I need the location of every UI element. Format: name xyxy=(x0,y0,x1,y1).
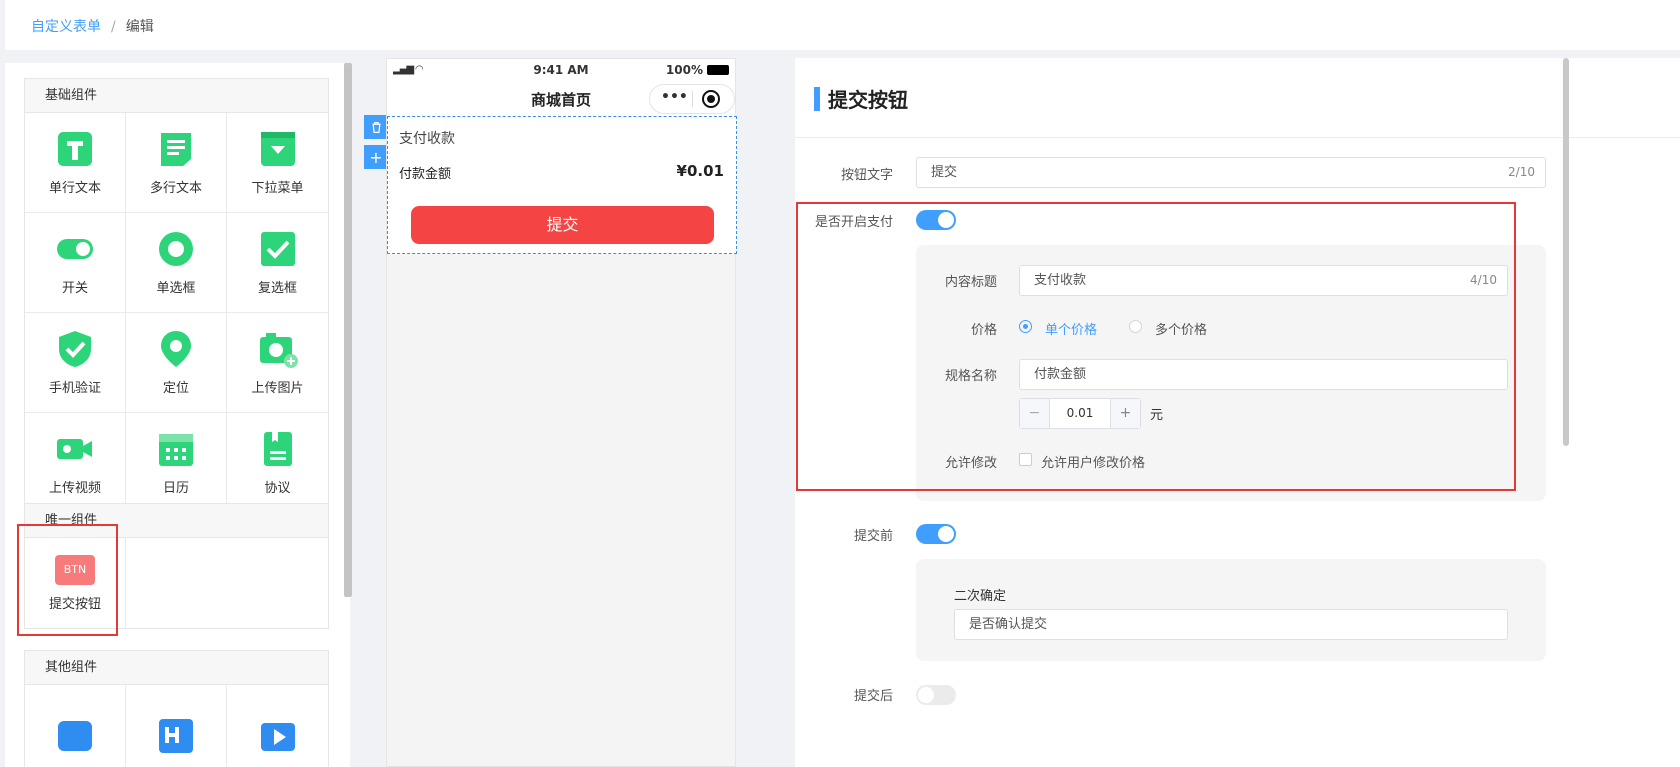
heading-icon xyxy=(159,718,193,753)
component-label: 手机验证 xyxy=(48,381,101,396)
multi-line-text-icon xyxy=(161,133,191,166)
other-components-title: 其他组件 xyxy=(25,651,328,685)
breadcrumb-root-link[interactable]: 自定义表单 xyxy=(31,19,101,35)
component-other-3[interactable] xyxy=(227,685,328,767)
confirm-value: 是否确认提交 xyxy=(969,617,1048,632)
single-line-text-icon xyxy=(58,132,92,166)
calendar-icon xyxy=(159,434,193,466)
component-agreement[interactable]: 协议 xyxy=(227,413,328,513)
checkbox-icon xyxy=(260,232,295,266)
component-label: 单行文本 xyxy=(48,181,101,196)
component-location[interactable]: 定位 xyxy=(126,313,227,413)
breadcrumb-current: 编辑 xyxy=(125,19,154,35)
amount-label: 付款金额 xyxy=(399,167,452,182)
component-label: 协议 xyxy=(264,481,291,496)
location-icon xyxy=(161,331,191,367)
breadcrumb-separator: / xyxy=(111,19,116,35)
component-dropdown-menu[interactable]: 下拉菜单 xyxy=(227,113,328,213)
component-label: 下拉菜单 xyxy=(251,181,304,196)
submit-button[interactable]: 提交 xyxy=(411,206,714,244)
video-icon xyxy=(260,722,295,751)
component-label: 上传视频 xyxy=(48,481,101,496)
status-bar: ▂▄▆ ◠ 9:41 AM 100% xyxy=(387,59,735,81)
component-palette: 基础组件 单行文本 多行文本 下拉菜单 开关 单选框 复选框 手机验证 定位 上… xyxy=(5,63,350,767)
component-single-line-text[interactable]: 单行文本 xyxy=(25,113,126,213)
title-accent-bar xyxy=(814,87,820,111)
confirm-label: 二次确定 xyxy=(954,589,1007,604)
component-upload-image[interactable]: 上传图片 xyxy=(227,313,328,413)
component-label: 日历 xyxy=(162,481,189,496)
button-text-count: 2/10 xyxy=(1508,165,1535,179)
block-actions: + xyxy=(364,115,388,175)
before-submit-label: 提交前 xyxy=(853,529,893,544)
component-phone-verify[interactable]: 手机验证 xyxy=(25,313,126,413)
component-other-2[interactable] xyxy=(126,685,227,767)
component-multi-line-text[interactable]: 多行文本 xyxy=(126,113,227,213)
switch-icon xyxy=(57,239,93,259)
more-icon[interactable]: ••• xyxy=(661,89,688,105)
component-label: 单选框 xyxy=(156,281,196,296)
radio-icon xyxy=(159,232,193,266)
component-checkbox[interactable]: 复选框 xyxy=(227,213,328,313)
phone-preview: ▂▄▆ ◠ 9:41 AM 100% 商城首页 ••• 支付收款 付款金额 ¥0… xyxy=(386,58,737,767)
palette-scrollbar[interactable] xyxy=(344,63,352,597)
component-label: 上传图片 xyxy=(251,381,304,396)
pay-title: 支付收款 xyxy=(399,131,455,147)
after-submit-toggle[interactable] xyxy=(916,685,956,705)
nav-bar: 商城首页 ••• xyxy=(387,81,735,117)
before-submit-toggle[interactable] xyxy=(916,524,956,544)
other-components-group: 其他组件 xyxy=(24,650,329,767)
component-upload-video[interactable]: 上传视频 xyxy=(25,413,126,513)
component-label: 开关 xyxy=(61,281,88,296)
battery-text: 100% xyxy=(665,63,703,77)
component-other-1[interactable] xyxy=(25,685,126,767)
pay-form-block[interactable]: 支付收款 付款金额 ¥0.01 提交 xyxy=(387,116,737,254)
upload-image-icon xyxy=(259,333,298,368)
mini-program-capsule: ••• xyxy=(649,84,735,114)
button-text-input[interactable]: 提交 2/10 xyxy=(916,157,1546,188)
component-switch[interactable]: 开关 xyxy=(25,213,126,313)
battery-icon xyxy=(707,65,729,75)
card-icon xyxy=(58,720,92,751)
after-submit-label: 提交后 xyxy=(853,689,893,704)
palette-highlight-box xyxy=(17,524,118,636)
top-bar: 自定义表单 / 编辑 xyxy=(5,0,1680,50)
settings-title: 提交按钮 xyxy=(828,88,908,112)
breadcrumb: 自定义表单 / 编辑 xyxy=(31,16,154,36)
component-label: 复选框 xyxy=(257,281,297,296)
settings-scrollbar[interactable] xyxy=(1563,58,1569,446)
button-text-label: 按钮文字 xyxy=(840,168,893,183)
upload-video-icon xyxy=(57,439,92,459)
component-label: 定位 xyxy=(162,381,189,396)
component-radio[interactable]: 单选框 xyxy=(126,213,227,313)
component-calendar[interactable]: 日历 xyxy=(126,413,227,513)
close-circle-icon[interactable] xyxy=(702,90,720,108)
basic-components-group: 基础组件 单行文本 多行文本 下拉菜单 开关 单选框 复选框 手机验证 定位 上… xyxy=(24,78,329,514)
confirm-input[interactable]: 是否确认提交 xyxy=(954,609,1508,640)
phone-verify-icon xyxy=(59,331,91,367)
pay-settings-highlight-box xyxy=(796,202,1516,491)
component-label: 多行文本 xyxy=(149,181,202,196)
agreement-icon xyxy=(263,432,292,466)
add-icon[interactable]: + xyxy=(364,145,388,169)
delete-icon[interactable] xyxy=(364,115,388,139)
button-text-value: 提交 xyxy=(931,165,958,180)
settings-header: 提交按钮 xyxy=(795,58,1680,138)
basic-components-title: 基础组件 xyxy=(25,79,328,113)
amount-value: ¥0.01 xyxy=(676,162,724,180)
dropdown-menu-icon xyxy=(260,132,295,166)
